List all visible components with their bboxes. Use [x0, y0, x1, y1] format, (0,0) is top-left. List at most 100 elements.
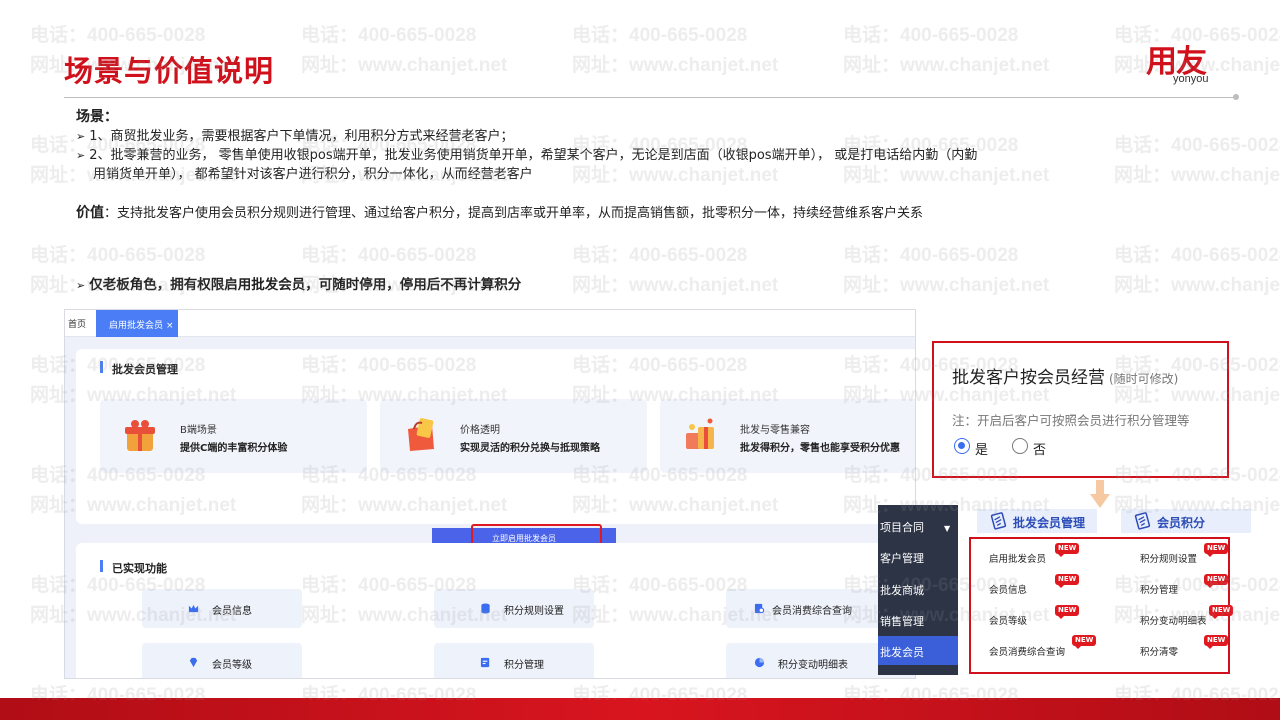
- side-menu-item-customer[interactable]: 客户管理: [880, 550, 924, 566]
- new-badge: NEW: [1055, 574, 1080, 588]
- section-marker: [100, 560, 103, 572]
- side-menu-item-sales[interactable]: 销售管理: [880, 613, 924, 629]
- feature-desc: 实现灵活的积分兑换与抵现策略: [460, 443, 600, 454]
- new-badge: NEW: [1204, 543, 1229, 557]
- chevron-down-icon[interactable]: ▼: [944, 524, 950, 533]
- slide-title: 场景与价值说明: [64, 54, 275, 88]
- radio-yes-label: 是: [975, 443, 989, 458]
- watermark-site: 网址：www.chanjet.net: [1114, 165, 1280, 186]
- watermark-phone: 电话：400-665-0028: [572, 25, 748, 46]
- watermark-phone: 电话：400-665-0028: [843, 245, 1019, 266]
- gifts-icon: [686, 418, 714, 449]
- watermark-phone: 电话：400-665-0028: [1114, 135, 1280, 156]
- wholesale-member-option-box: 批发客户按会员经营 (随时可修改) 注：开启后客户可按照会员进行积分管理等 是 否: [932, 341, 1229, 478]
- section-title-implemented: 已实现功能: [112, 562, 167, 575]
- shopping-bag-icon: [408, 418, 434, 451]
- option-note: 注：开启后客户可按照会员进行积分管理等: [952, 413, 1190, 428]
- watermark-phone: 电话：400-665-0028: [572, 245, 748, 266]
- database-icon: [481, 603, 490, 614]
- close-icon[interactable]: ×: [166, 321, 174, 331]
- radio-yes[interactable]: [954, 438, 970, 454]
- side-menu-item-mall[interactable]: 批发商城: [880, 582, 924, 598]
- watermark-phone: 电话：400-665-0028: [1114, 685, 1280, 700]
- document-edit-icon: [480, 657, 490, 668]
- value-text: ：支持批发客户使用会员积分规则进行管理、通过给客户积分，提高到店率或开单率，从而…: [104, 206, 924, 221]
- grid-item-points-clear[interactable]: 积分清零: [1140, 644, 1178, 658]
- pie-chart-icon: [754, 657, 765, 668]
- feature-title: B端场景: [180, 425, 217, 436]
- feature-grid: 启用批发会员 NEW 会员信息 NEW 会员等级 NEW 会员消费综合查询 NE…: [969, 537, 1234, 674]
- watermark-phone: 电话：400-665-0028: [30, 245, 206, 266]
- scene-bullet-2-cont: 用销货单开单）， 都希望针对该客户进行积分，积分一体化，从而经营老客户: [93, 167, 533, 182]
- module-tab-member-points[interactable]: 会员积分: [1121, 509, 1251, 533]
- new-badge: NEW: [1055, 543, 1080, 557]
- radio-no[interactable]: [1012, 438, 1028, 454]
- document-list-icon: [990, 512, 1007, 530]
- func-points-management[interactable]: 积分管理: [434, 643, 594, 678]
- watermark-phone: 电话：400-665-0028: [301, 25, 477, 46]
- scene-bullet-1: ➢ 1、商贸批发业务，需要根据客户下单情况，利用积分方式来经营老客户；: [76, 129, 514, 144]
- feature-title: 价格透明: [460, 425, 500, 436]
- module-tab-member-mgmt[interactable]: 批发会员管理: [977, 509, 1097, 533]
- feature-card-price: 价格透明 实现灵活的积分兑换与抵现策略: [380, 399, 647, 473]
- side-menu-item-wholesale-member[interactable]: 批发会员: [880, 644, 924, 660]
- down-arrow-icon: [1090, 480, 1110, 508]
- new-badge: NEW: [1204, 574, 1229, 588]
- grid-item-member-level[interactable]: 会员等级: [989, 613, 1027, 627]
- yonyou-logo: 用友 yonyou: [1146, 36, 1232, 96]
- tab-bar: 首页 启用批发会员 ×: [65, 310, 915, 337]
- bullet-arrow-icon: ➢: [76, 149, 86, 162]
- new-badge: NEW: [1209, 605, 1234, 619]
- watermark-phone: 电话：400-665-0028: [301, 685, 477, 700]
- feature-title: 批发与零售兼容: [740, 425, 810, 436]
- permission-note: ➢ 仅老板角色，拥有权限启用批发会员，可随时停用，停用后不再计算积分: [76, 277, 522, 293]
- grid-item-member-info[interactable]: 会员信息: [989, 582, 1027, 596]
- watermark-phone: 电话：400-665-0028: [843, 25, 1019, 46]
- feature-desc: 提供C端的丰富积分体验: [180, 443, 288, 454]
- watermark-site: 网址：www.chanjet.net: [572, 275, 779, 296]
- option-title: 批发客户按会员经营 (随时可修改): [952, 368, 1179, 388]
- value-label: 价值: [76, 205, 104, 221]
- section-marker: [100, 361, 103, 373]
- func-points-rules[interactable]: 积分规则设置: [434, 589, 594, 628]
- watermark-phone: 电话：400-665-0028: [843, 685, 1019, 700]
- watermark-phone: 电话：400-665-0028: [572, 685, 748, 700]
- search-doc-icon: [754, 603, 765, 614]
- section-title-member-mgmt: 批发会员管理: [112, 363, 178, 376]
- footer-bar: [0, 698, 1280, 720]
- side-menu-item-project-contract[interactable]: 项目合同: [880, 519, 924, 535]
- value-statement: 价值：支持批发客户使用会员积分规则进行管理、通过给客户积分，提高到店率或开单率，…: [76, 204, 923, 223]
- bullet-arrow-icon: ➢: [76, 130, 86, 143]
- grid-item-enable-member[interactable]: 启用批发会员: [989, 551, 1046, 565]
- grid-item-points-management[interactable]: 积分管理: [1140, 582, 1178, 596]
- watermark-site: 网址：www.chanjet.net: [843, 55, 1050, 76]
- watermark-phone: 电话：400-665-0028: [301, 245, 477, 266]
- new-badge: NEW: [1204, 635, 1229, 649]
- grid-item-points-rules[interactable]: 积分规则设置: [1140, 551, 1197, 565]
- implemented-functions-card: 已实现功能 会员信息 积分规则设置 会员消费综合查询 会员等级 积分管理 积分变…: [76, 543, 915, 678]
- logo-english: yonyou: [1173, 73, 1209, 85]
- watermark-phone: 电话：400-665-0028: [30, 25, 206, 46]
- tab-enable-wholesale-member[interactable]: 启用批发会员 ×: [96, 310, 178, 337]
- header-divider: [64, 97, 1236, 98]
- diamond-icon: [189, 657, 198, 668]
- watermark-phone: 电话：400-665-0028: [1114, 245, 1280, 266]
- side-menu: 项目合同 ▼ 客户管理 批发商城 销售管理 批发会员: [878, 505, 958, 675]
- tab-home[interactable]: 首页: [68, 317, 86, 330]
- scene-label: 场景：: [76, 109, 118, 125]
- func-member-level[interactable]: 会员等级: [142, 643, 302, 678]
- watermark-site: 网址：www.chanjet.net: [1114, 275, 1280, 296]
- watermark-site: 网址：www.chanjet.net: [843, 275, 1050, 296]
- watermark-site: 网址：www.chanjet.net: [572, 55, 779, 76]
- scene-bullet-2: ➢ 2、批零兼营的业务， 零售单使用收银pos端开单，批发业务使用销货单开单，希望…: [76, 148, 978, 163]
- grid-item-points-change-detail[interactable]: 积分变动明细表: [1140, 613, 1207, 627]
- crown-icon: [188, 604, 199, 613]
- new-badge: NEW: [1072, 635, 1097, 649]
- document-list-icon: [1134, 512, 1151, 530]
- watermark-phone: 电话：400-665-0028: [30, 685, 206, 700]
- new-badge: NEW: [1055, 605, 1080, 619]
- option-title-sub: (随时可修改): [1109, 372, 1179, 386]
- feature-card-compatible: 批发与零售兼容 批发得积分，零售也能享受积分优惠: [660, 399, 915, 473]
- grid-item-consumption-query[interactable]: 会员消费综合查询: [989, 644, 1065, 658]
- func-member-info[interactable]: 会员信息: [142, 589, 302, 628]
